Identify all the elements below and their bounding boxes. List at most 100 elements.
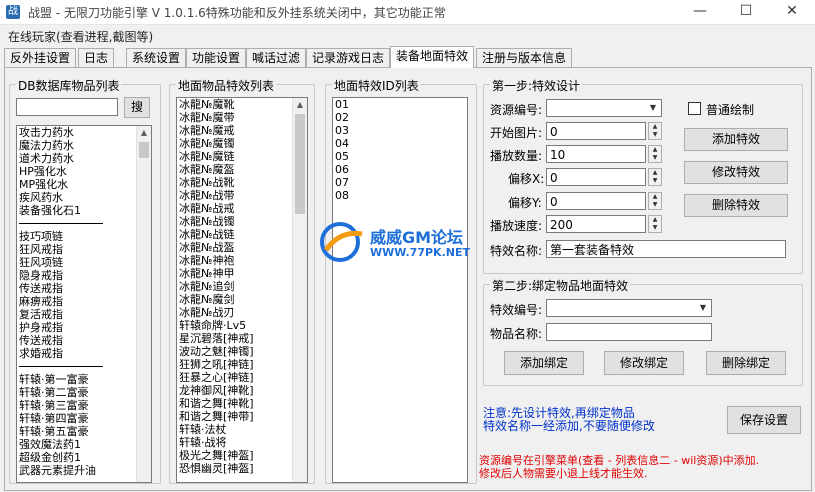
- db-list-scrollbar[interactable]: ▲: [136, 126, 151, 482]
- list-item[interactable]: 轩辕·第一富豪: [17, 373, 151, 386]
- scroll-up-icon[interactable]: ▲: [293, 98, 307, 112]
- list-item[interactable]: 轩辕·第三富豪: [17, 399, 151, 412]
- resource-select[interactable]: ▼: [546, 99, 662, 117]
- list-item[interactable]: 狂风戒指: [17, 243, 151, 256]
- list-item[interactable]: 冰龍№魔带: [177, 111, 307, 124]
- list-item[interactable]: 04: [333, 137, 467, 150]
- list-item[interactable]: 恐惧幽灵[神盔]: [177, 462, 307, 475]
- list-item[interactable]: 波动之魅[神镯]: [177, 345, 307, 358]
- chevron-down-icon[interactable]: ▼: [646, 101, 660, 115]
- fx-name-input[interactable]: 第一套装备特效: [546, 240, 786, 258]
- list-item[interactable]: 星沉碧落[神戒]: [177, 332, 307, 345]
- chevron-down-icon[interactable]: ▼: [696, 301, 710, 315]
- list-item[interactable]: 传送戒指: [17, 282, 151, 295]
- add-fx-button[interactable]: 添加特效: [684, 128, 788, 151]
- list-item[interactable]: 05: [333, 150, 467, 163]
- list-item[interactable]: 麻痹戒指: [17, 295, 151, 308]
- list-item[interactable]: 轩辕·第四富豪: [17, 412, 151, 425]
- delete-fx-button[interactable]: 删除特效: [684, 194, 788, 217]
- list-item[interactable]: 武器元素提升油: [17, 464, 151, 477]
- frame-count-input[interactable]: 10: [546, 145, 646, 163]
- list-item[interactable]: 冰龍№战镯: [177, 215, 307, 228]
- tab-ground-effects[interactable]: 装备地面特效: [390, 46, 475, 68]
- list-item[interactable]: 冰龍№战戒: [177, 202, 307, 215]
- list-item[interactable]: 极光之舞[神盔]: [177, 449, 307, 462]
- offset-x-input[interactable]: 0: [546, 168, 646, 186]
- list-item[interactable]: 冰龍№战带: [177, 189, 307, 202]
- list-item[interactable]: 复活戒指: [17, 308, 151, 321]
- list-item[interactable]: 冰龍№魔剑: [177, 293, 307, 306]
- list-item[interactable]: 冰龍№战链: [177, 228, 307, 241]
- list-item[interactable]: 道术力药水: [17, 152, 151, 165]
- delete-bind-button[interactable]: 删除绑定: [706, 351, 786, 375]
- tab-system-settings[interactable]: 系统设置: [126, 48, 187, 67]
- db-item-listbox[interactable]: 攻击力药水 魔法力药水 道术力药水 HP强化水 MP强化水 疾风药水 装备强化石1 技巧项链狂…: [16, 125, 152, 483]
- list-item[interactable]: 冰龍№战靴: [177, 176, 307, 189]
- list-item[interactable]: 轩辕·第二富豪: [17, 386, 151, 399]
- list-item[interactable]: 冰龍№神甲: [177, 267, 307, 280]
- ground-item-listbox[interactable]: 冰龍№魔靴 冰龍№魔带 冰龍№魔戒 冰龍№魔镯 冰龍№魔链 冰龍№魔盔 冰龍№战靴 冰龍№战带…: [176, 97, 308, 483]
- list-item[interactable]: 冰龍№魔链: [177, 150, 307, 163]
- save-settings-button[interactable]: 保存设置: [727, 406, 801, 434]
- scroll-thumb[interactable]: [295, 114, 305, 214]
- ground-list-scrollbar[interactable]: ▲: [292, 98, 307, 482]
- list-item[interactable]: 攻击力药水: [17, 126, 151, 139]
- tab-chat-filter[interactable]: 喊话过滤: [246, 48, 307, 67]
- list-item[interactable]: 07: [333, 176, 467, 189]
- list-item[interactable]: 魔法力药水: [17, 139, 151, 152]
- start-frame-input[interactable]: 0: [546, 122, 646, 140]
- offset-x-spinner[interactable]: ▲ ▼: [648, 168, 662, 186]
- list-item[interactable]: 求婚戒指: [17, 347, 151, 360]
- maximize-button[interactable]: ☐: [723, 0, 769, 24]
- list-item[interactable]: 轩辕·法杖: [177, 423, 307, 436]
- tab-game-log[interactable]: 记录游戏日志: [306, 48, 391, 67]
- speed-input[interactable]: 200: [546, 215, 646, 233]
- normal-draw-checkbox[interactable]: [688, 102, 701, 115]
- list-item[interactable]: 狂风项链: [17, 256, 151, 269]
- item-name-input[interactable]: [546, 323, 712, 341]
- list-item[interactable]: 冰龍№魔镯: [177, 137, 307, 150]
- scroll-thumb[interactable]: [139, 142, 149, 158]
- list-item[interactable]: 轩辕·战将: [177, 436, 307, 449]
- list-item[interactable]: 隐身戒指: [17, 269, 151, 282]
- list-item[interactable]: 狂狮之吼[神链]: [177, 358, 307, 371]
- list-item[interactable]: 冰龍№神袍: [177, 254, 307, 267]
- list-item[interactable]: 02: [333, 111, 467, 124]
- list-item[interactable]: 冰龍№战刃: [177, 306, 307, 319]
- list-item[interactable]: 强效魔法药1: [17, 438, 151, 451]
- online-players-label[interactable]: 在线玩家(查看进程,截图等): [8, 28, 153, 45]
- list-item[interactable]: 冰龍№魔盔: [177, 163, 307, 176]
- list-item[interactable]: 传送戒指: [17, 334, 151, 347]
- list-item[interactable]: 轩辕命牌·Lv5: [177, 319, 307, 332]
- tab-feature-settings[interactable]: 功能设置: [186, 48, 247, 67]
- list-item[interactable]: 超级金创药1: [17, 451, 151, 464]
- start-frame-spinner[interactable]: ▲ ▼: [648, 122, 662, 140]
- frame-count-spinner[interactable]: ▲ ▼: [648, 145, 662, 163]
- db-search-button[interactable]: 搜: [124, 97, 150, 118]
- offset-y-input[interactable]: 0: [546, 192, 646, 210]
- add-bind-button[interactable]: 添加绑定: [504, 351, 584, 375]
- fx-id-listbox[interactable]: 01 02 03 04 05 06 07 08: [332, 97, 468, 483]
- offset-y-spinner[interactable]: ▲ ▼: [648, 192, 662, 210]
- list-item[interactable]: 冰龍№魔靴: [177, 98, 307, 111]
- minimize-button[interactable]: —: [677, 0, 723, 24]
- list-item[interactable]: MP强化水: [17, 178, 151, 191]
- list-item[interactable]: 和谐之舞[神靴]: [177, 397, 307, 410]
- list-item[interactable]: 装备强化石1: [17, 204, 151, 217]
- fx-id-select[interactable]: ▼: [546, 299, 712, 317]
- list-item[interactable]: 03: [333, 124, 467, 137]
- list-item[interactable]: 狂暴之心[神链]: [177, 371, 307, 384]
- db-search-input[interactable]: [16, 98, 118, 116]
- list-item[interactable]: 冰龍№战盔: [177, 241, 307, 254]
- list-item[interactable]: HP强化水: [17, 165, 151, 178]
- edit-fx-button[interactable]: 修改特效: [684, 161, 788, 184]
- list-item[interactable]: 冰龍№追剑: [177, 280, 307, 293]
- edit-bind-button[interactable]: 修改绑定: [604, 351, 684, 375]
- list-item[interactable]: 06: [333, 163, 467, 176]
- list-item[interactable]: 和谐之舞[神带]: [177, 410, 307, 423]
- speed-spinner[interactable]: ▲ ▼: [648, 215, 662, 233]
- list-item[interactable]: 01: [333, 98, 467, 111]
- list-item[interactable]: 龙神御风[神靴]: [177, 384, 307, 397]
- tab-anti-cheat[interactable]: 反外挂设置: [4, 48, 77, 67]
- list-item[interactable]: 技巧项链: [17, 230, 151, 243]
